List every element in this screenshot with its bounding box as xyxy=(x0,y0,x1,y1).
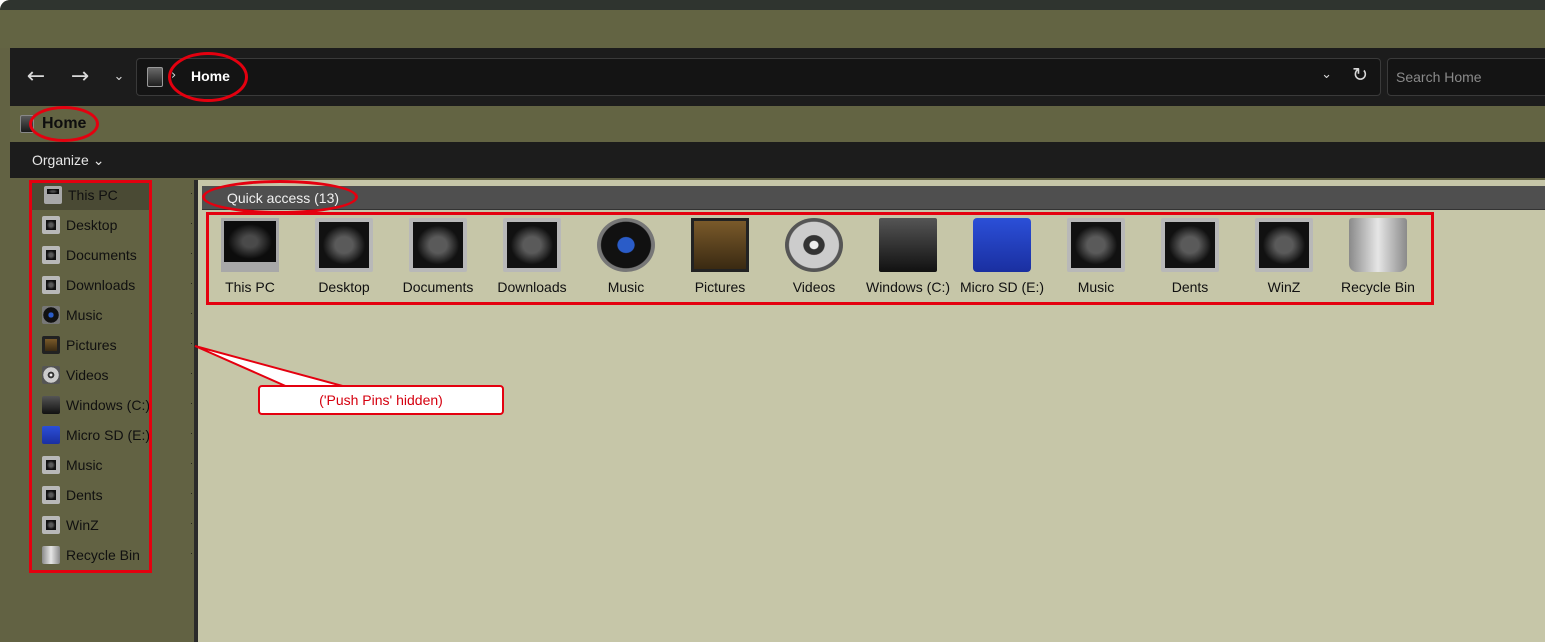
annotation-box-nav-pane xyxy=(29,180,152,573)
refresh-icon[interactable]: ↻ xyxy=(1352,64,1368,86)
annotation-oval-address xyxy=(168,52,248,102)
annotation-callout: ('Push Pins' hidden) xyxy=(258,385,504,415)
back-arrow-icon[interactable]: ← xyxy=(20,62,52,92)
home-location-icon xyxy=(147,67,163,87)
command-bar: Organize ⌄ xyxy=(10,142,1545,178)
organize-menu-button[interactable]: Organize ⌄ xyxy=(32,152,104,169)
address-dropdown-chevron-icon[interactable]: ⌄ xyxy=(1321,67,1332,82)
location-title-strip: Home xyxy=(10,106,1545,142)
quick-access-group-header[interactable]: Quick access (13) xyxy=(202,186,1545,210)
search-input[interactable]: Search Home xyxy=(1387,58,1545,96)
annotation-box-quick-access xyxy=(206,212,1434,305)
forward-arrow-icon[interactable]: → xyxy=(64,62,96,92)
recent-locations-chevron-icon[interactable]: ⌄ xyxy=(104,62,134,92)
address-bar[interactable]: › Home ⌄ ↻ xyxy=(136,58,1381,96)
annotation-oval-group-header xyxy=(202,180,358,214)
annotation-oval-title xyxy=(29,106,99,142)
title-bar[interactable] xyxy=(0,0,1545,48)
